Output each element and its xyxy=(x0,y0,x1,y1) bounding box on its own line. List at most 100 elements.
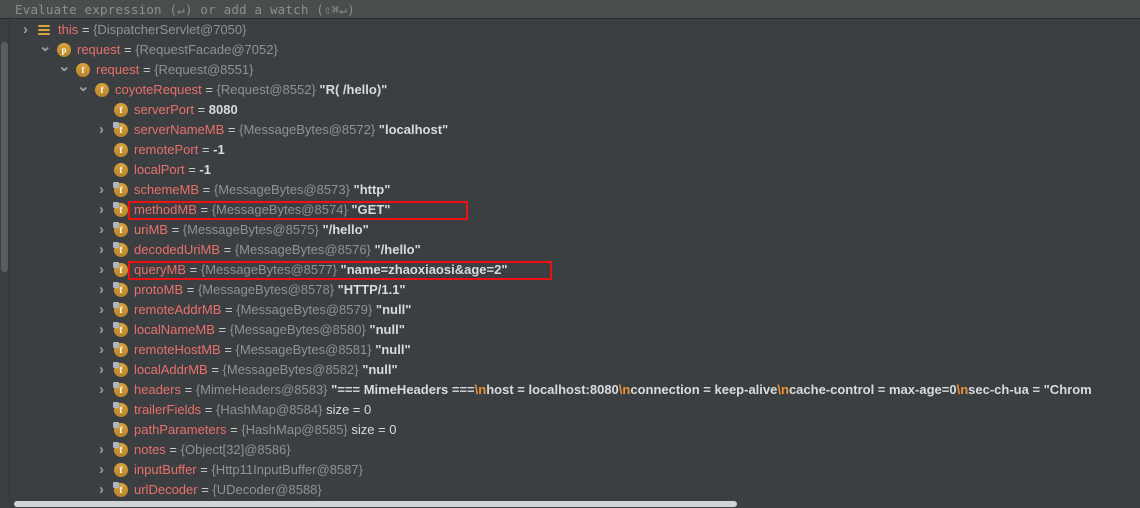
variable-value: 8080 xyxy=(208,102,238,117)
horizontal-scrollbar-track[interactable] xyxy=(0,500,1140,508)
variable-type: {MessageBytes@8581} xyxy=(235,342,372,357)
equals-sign: = xyxy=(220,242,235,257)
chevron-right-icon[interactable] xyxy=(96,480,107,500)
chevron-right-icon[interactable] xyxy=(96,200,107,220)
variable-row[interactable]: f remoteAddrMB = {MessageBytes@8579} "nul… xyxy=(0,300,1140,320)
chevron-right-icon[interactable] xyxy=(96,300,107,320)
variables-tree[interactable]: this = {DispatcherServlet@7050} p request … xyxy=(0,20,1140,500)
variable-type: {Request@8552} xyxy=(216,82,316,97)
variable-row[interactable]: f coyoteRequest = {Request@8552} "R( /hel… xyxy=(0,80,1140,100)
variable-type: {MessageBytes@8576} xyxy=(234,242,371,257)
variable-row[interactable]: f queryMB = {MessageBytes@8577} "name=zha… xyxy=(0,260,1140,280)
variable-row[interactable]: f inputBuffer = {Http11InputBuffer@8587} xyxy=(0,460,1140,480)
chevron-down-icon[interactable] xyxy=(77,80,88,100)
variable-type: {UDecoder@8588} xyxy=(212,482,322,497)
chevron-right-icon[interactable] xyxy=(96,260,107,280)
variable-value: "name=zhaoxiaosi&age=2" xyxy=(336,262,508,277)
chevron-down-icon[interactable] xyxy=(58,60,69,80)
chevron-right-icon[interactable] xyxy=(96,220,107,240)
field-icon: f xyxy=(114,463,128,477)
variable-label: remoteHostMB = {MessageBytes@8581} "null… xyxy=(134,340,411,360)
chevron-right-icon[interactable] xyxy=(96,460,107,480)
chevron-right-icon[interactable] xyxy=(96,180,107,200)
field-private-icon: f xyxy=(113,202,128,217)
variable-value: "GET" xyxy=(347,202,391,217)
variable-value: size = 0 xyxy=(322,402,372,417)
variable-row[interactable]: furiMB = {MessageBytes@8575} "/hello" xyxy=(0,220,1140,240)
variable-name: localAddrMB xyxy=(134,362,208,377)
field-private-icon: f xyxy=(113,342,128,357)
variable-name: protoMB xyxy=(134,282,184,297)
variable-label: protoMB = {MessageBytes@8578} "HTTP/1.1" xyxy=(134,280,406,300)
variable-row[interactable]: f serverNameMB = {MessageBytes@8572} "loc… xyxy=(0,120,1140,140)
field-icon: f xyxy=(114,143,128,157)
chevron-down-icon[interactable] xyxy=(39,40,50,60)
variable-row[interactable]: f request = {Request@8551} xyxy=(0,60,1140,80)
equals-sign: = xyxy=(201,82,217,97)
variable-row[interactable]: f localAddrMB = {MessageBytes@8582} "null… xyxy=(0,360,1140,380)
variable-row[interactable]: this = {DispatcherServlet@7050} xyxy=(0,20,1140,40)
variable-row[interactable]: f localPort = -1 xyxy=(0,160,1140,180)
field-private-icon: f xyxy=(113,382,128,397)
variable-label: queryMB = {MessageBytes@8577} "name=zhao… xyxy=(134,260,508,280)
variable-row[interactable]: f localNameMB = {MessageBytes@8580} "null… xyxy=(0,320,1140,340)
equals-sign: = xyxy=(78,22,94,37)
variable-type: {MessageBytes@8573} xyxy=(213,182,350,197)
equals-sign: = xyxy=(214,322,230,337)
variable-row[interactable]: f remotePort = -1 xyxy=(0,140,1140,160)
equals-sign: = xyxy=(139,62,155,77)
variable-label: notes = {Object[32]@8586} xyxy=(134,440,291,460)
variable-type: {MessageBytes@8578} xyxy=(197,282,335,297)
variable-name: notes xyxy=(134,442,166,457)
chevron-right-icon[interactable] xyxy=(96,240,107,260)
horizontal-scrollbar-thumb[interactable] xyxy=(14,501,737,507)
field-private-icon: f xyxy=(113,222,128,237)
equals-sign: = xyxy=(193,102,209,117)
variable-label: localNameMB = {MessageBytes@8580} "null" xyxy=(134,320,405,340)
evaluate-expression-bar[interactable]: Evaluate expression (↵) or add a watch (… xyxy=(0,0,1140,19)
variable-value: "null" xyxy=(358,362,398,377)
variable-row[interactable]: f protoMB = {MessageBytes@8578} "HTTP/1.1… xyxy=(0,280,1140,300)
variable-row[interactable]: f headers = {MimeHeaders@8583} "=== MimeH… xyxy=(0,380,1140,400)
variable-type: {Request@8551} xyxy=(154,62,254,77)
variable-row[interactable]: f trailerFields = {HashMap@8584} size = 0 xyxy=(0,400,1140,420)
variable-row[interactable]: f pathParameters = {HashMap@8585} size = … xyxy=(0,420,1140,440)
chevron-right-icon[interactable] xyxy=(96,340,107,360)
variable-name: schemeMB xyxy=(134,182,200,197)
chevron-right-icon[interactable] xyxy=(96,120,107,140)
value-text: cache-control = max-age=0 xyxy=(788,382,957,397)
variable-type: {HashMap@8585} xyxy=(241,422,348,437)
evaluate-expression-placeholder[interactable]: Evaluate expression (↵) or add a watch (… xyxy=(15,2,355,17)
variable-row[interactable]: f serverPort = 8080 xyxy=(0,100,1140,120)
chevron-right-icon[interactable] xyxy=(96,320,107,340)
equals-sign: = xyxy=(201,402,217,417)
field-private-icon: f xyxy=(113,402,128,417)
variable-type: {HashMap@8584} xyxy=(216,402,323,417)
chevron-right-icon[interactable] xyxy=(96,280,107,300)
variable-label: pathParameters = {HashMap@8585} size = 0 xyxy=(134,420,397,440)
variable-name: serverNameMB xyxy=(134,122,225,137)
chevron-right-icon[interactable] xyxy=(96,360,107,380)
equals-sign: = xyxy=(226,422,242,437)
variable-row[interactable]: f remoteHostMB = {MessageBytes@8581} "nul… xyxy=(0,340,1140,360)
variable-row[interactable]: p request = {RequestFacade@7052} xyxy=(0,40,1140,60)
variable-label: this = {DispatcherServlet@7050} xyxy=(58,20,246,40)
variable-value: "http" xyxy=(349,182,391,197)
variable-row[interactable]: f urlDecoder = {UDecoder@8588} xyxy=(0,480,1140,500)
variable-name: pathParameters xyxy=(134,422,227,437)
variable-name: localNameMB xyxy=(134,322,215,337)
vertical-scrollbar-thumb[interactable] xyxy=(1,42,8,272)
variable-row[interactable]: f methodMB = {MessageBytes@8574} "GET" xyxy=(0,200,1140,220)
chevron-right-icon[interactable] xyxy=(96,380,107,400)
chevron-right-icon[interactable] xyxy=(96,440,107,460)
vertical-scrollbar-track[interactable] xyxy=(0,20,10,500)
variable-label: inputBuffer = {Http11InputBuffer@8587} xyxy=(134,460,363,480)
variable-label: decodedUriMB = {MessageBytes@8576} "/hel… xyxy=(134,240,421,260)
escape-sequence: \n xyxy=(956,382,969,397)
variable-row[interactable]: fnotes = {Object[32]@8586} xyxy=(0,440,1140,460)
equals-sign: = xyxy=(207,362,223,377)
variable-row[interactable]: f schemeMB = {MessageBytes@8573} "http" xyxy=(0,180,1140,200)
chevron-right-icon[interactable] xyxy=(20,20,31,40)
variable-row[interactable]: f decodedUriMB = {MessageBytes@8576} "/he… xyxy=(0,240,1140,260)
equals-sign: = xyxy=(180,382,196,397)
